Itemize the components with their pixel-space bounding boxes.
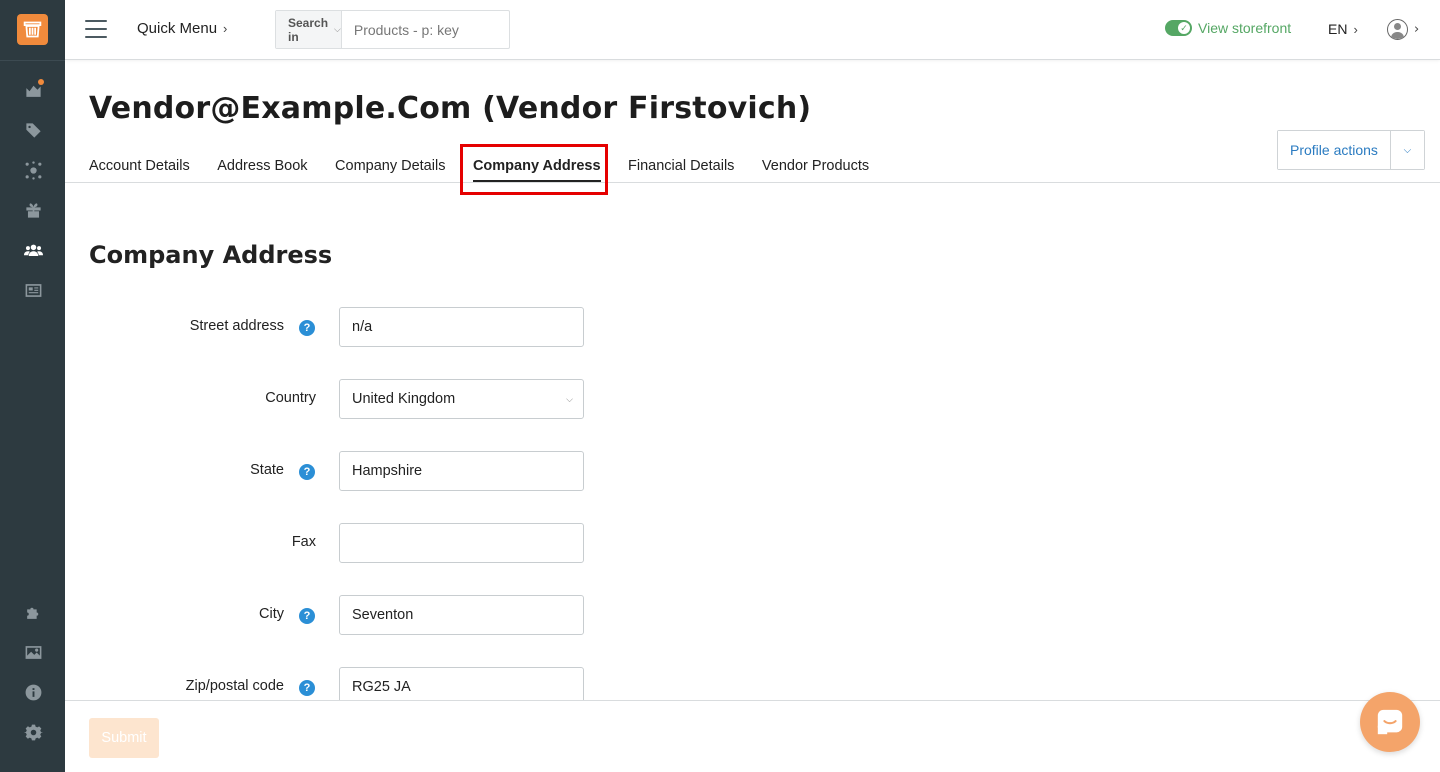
gear-icon[interactable] xyxy=(22,721,44,743)
fax-label: Fax xyxy=(291,534,316,550)
tags-icon[interactable] xyxy=(22,119,44,141)
hamburger-menu-icon[interactable] xyxy=(85,20,107,38)
image-icon[interactable] xyxy=(22,641,44,663)
search-in-dropdown[interactable]: Search in ⌵ xyxy=(276,11,342,48)
quick-menu-label: Quick Menu xyxy=(137,20,218,37)
notification-dot xyxy=(38,79,44,85)
search-input[interactable] xyxy=(341,11,535,48)
zip-postal-code-label: Zip/postal code xyxy=(185,678,284,694)
country-label: Country xyxy=(265,390,316,406)
tab-account-details[interactable]: Account Details xyxy=(89,158,190,183)
tab-vendor-products[interactable]: Vendor Products xyxy=(762,158,869,183)
state-label: State xyxy=(250,462,284,478)
street-address-field[interactable] xyxy=(339,307,584,347)
view-storefront-toggle[interactable]: ✓ View storefront xyxy=(1165,20,1291,36)
users-icon[interactable] xyxy=(22,239,44,261)
tab-financial-details[interactable]: Financial Details xyxy=(628,158,734,183)
puzzle-icon[interactable] xyxy=(22,601,44,623)
help-icon[interactable]: ? xyxy=(299,320,315,336)
city-field[interactable] xyxy=(339,595,584,635)
city-label: City xyxy=(259,606,284,622)
fax-field[interactable] xyxy=(339,523,584,563)
chevron-right-icon: › xyxy=(1353,21,1358,37)
submit-button[interactable]: Submit xyxy=(89,718,159,758)
cart-logo-icon xyxy=(23,21,42,38)
active-tab-highlight xyxy=(460,144,608,195)
network-icon[interactable] xyxy=(22,159,44,181)
sidebar-divider xyxy=(0,60,65,61)
search-group: Search in ⌵ xyxy=(275,10,535,49)
profile-actions-dropdown: Profile actions ⌵ xyxy=(1277,130,1425,170)
storefront-toggle-switch[interactable]: ✓ xyxy=(1165,20,1192,36)
country-select[interactable]: United Kingdom ⌵ xyxy=(339,379,584,419)
chat-icon xyxy=(1377,709,1403,735)
help-icon[interactable]: ? xyxy=(299,464,315,480)
app-logo[interactable] xyxy=(17,14,48,45)
quick-menu-button[interactable]: Quick Menu › xyxy=(137,20,227,37)
state-field[interactable] xyxy=(339,451,584,491)
tab-company-details[interactable]: Company Details xyxy=(335,158,445,183)
user-menu[interactable]: › xyxy=(1387,19,1419,40)
user-avatar-icon xyxy=(1387,19,1408,40)
top-header: Quick Menu › Search in ⌵ ✓ View storefro… xyxy=(65,0,1440,60)
chevron-down-icon: ⌵ xyxy=(334,24,341,34)
help-icon[interactable]: ? xyxy=(299,608,315,624)
country-value: United Kingdom xyxy=(352,391,456,407)
help-icon[interactable]: ? xyxy=(299,680,315,696)
view-storefront-label: View storefront xyxy=(1198,20,1292,36)
search-in-label: Search in xyxy=(288,15,329,44)
tab-address-book[interactable]: Address Book xyxy=(217,158,307,183)
chevron-down-icon[interactable]: ⌵ xyxy=(1390,131,1424,169)
profile-actions-button[interactable]: Profile actions xyxy=(1278,131,1391,169)
language-selector[interactable]: EN › xyxy=(1328,21,1358,37)
gift-icon[interactable] xyxy=(22,199,44,221)
page-title: Vendor@Example.Com (Vendor Firstovich) xyxy=(89,91,812,126)
chat-launcher-button[interactable] xyxy=(1360,692,1420,752)
chevron-right-icon: › xyxy=(1414,22,1420,37)
info-icon[interactable] xyxy=(22,681,44,703)
dashboard-icon[interactable] xyxy=(22,79,44,101)
street-address-label: Street address xyxy=(189,318,284,334)
sidebar xyxy=(0,0,65,772)
language-label: EN xyxy=(1328,21,1348,37)
bottom-action-bar: Submit xyxy=(65,700,1440,772)
section-title: Company Address xyxy=(89,241,333,269)
news-icon[interactable] xyxy=(22,279,44,301)
chevron-down-icon: ⌵ xyxy=(566,394,573,404)
tabs-divider xyxy=(65,182,1440,183)
chevron-right-icon: › xyxy=(223,21,228,36)
check-icon: ✓ xyxy=(1178,22,1190,34)
